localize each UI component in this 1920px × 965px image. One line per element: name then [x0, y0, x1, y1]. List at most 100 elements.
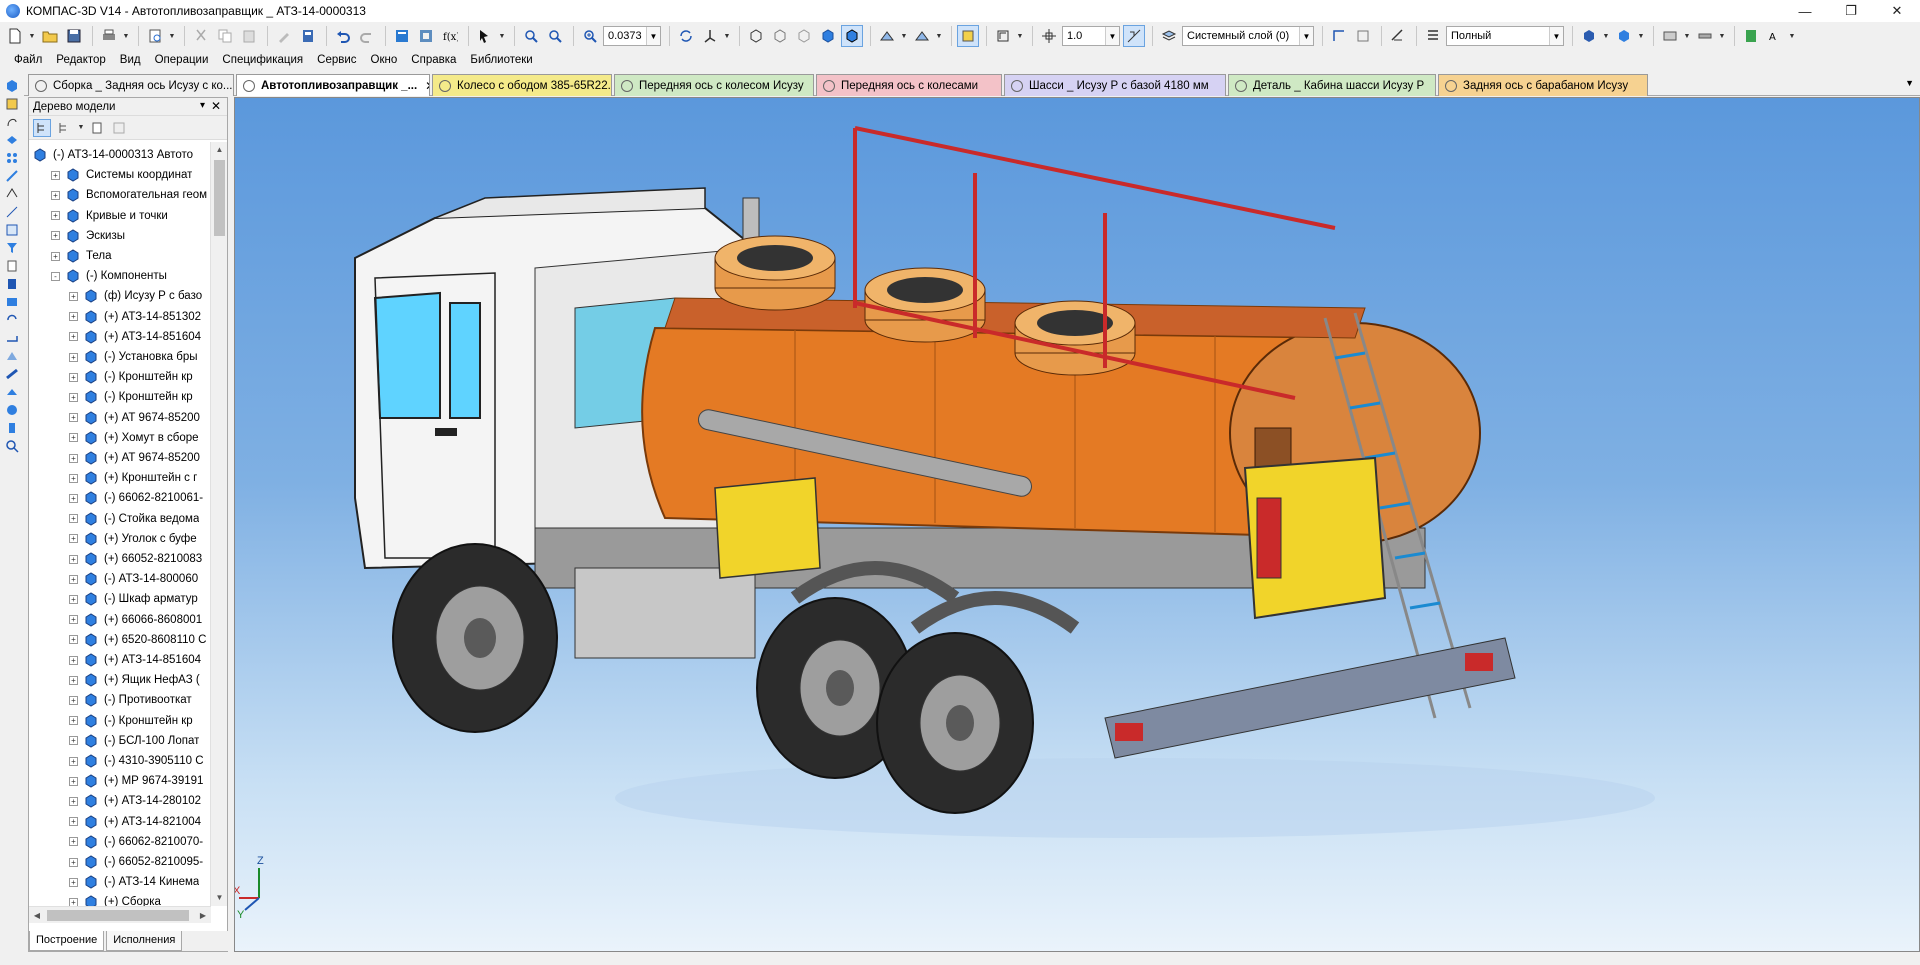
tab-chassis[interactable]: Шасси _ Исузу Р с базой 4180 мм [1004, 74, 1226, 96]
menu-help[interactable]: Справка [411, 54, 456, 66]
tree-item[interactable]: + Тела [51, 246, 112, 266]
tree-item[interactable]: + (+) АТ 9674-85200 [69, 448, 200, 468]
local-cs-dropdown[interactable]: ▼ [1016, 25, 1024, 47]
minimize-icon[interactable]: — [1782, 0, 1828, 22]
menu-service[interactable]: Сервис [317, 54, 356, 66]
weld-icon[interactable] [3, 384, 21, 400]
calculator-icon[interactable] [297, 25, 319, 47]
expand-icon[interactable]: + [69, 615, 78, 625]
menu-view[interactable]: Вид [120, 54, 141, 66]
expand-icon[interactable]: + [51, 190, 60, 200]
properties-list-icon[interactable] [1422, 25, 1444, 47]
diagnostics-icon[interactable] [3, 294, 21, 310]
display-filter-icon[interactable] [911, 25, 933, 47]
tree-item[interactable]: + (+) Ящик НефАЗ ( [69, 670, 200, 690]
expand-icon[interactable]: + [69, 877, 78, 887]
spiral-curve-icon[interactable] [3, 114, 21, 130]
tab-front-axle-wheel[interactable]: Передняя ось с колесом Исузу [614, 74, 814, 96]
expand-icon[interactable]: + [69, 554, 78, 564]
expand-icon[interactable]: + [69, 675, 78, 685]
insert-component-dropdown[interactable]: ▼ [1637, 25, 1645, 47]
tree-item[interactable]: + (+) АТ 9674-85200 [69, 408, 200, 428]
move-component-icon[interactable] [3, 168, 21, 184]
close-icon[interactable]: ✕ [211, 99, 221, 113]
preview-icon[interactable] [144, 25, 166, 47]
tree-item[interactable]: + (-) Кронштейн кр [69, 367, 193, 387]
menu-specification[interactable]: Спецификация [222, 54, 303, 66]
expand-icon[interactable]: + [69, 716, 78, 726]
expand-icon[interactable]: + [69, 695, 78, 705]
tree-item[interactable]: + (ф) Исузу Р с базо [69, 286, 202, 306]
library-manager-icon[interactable] [1740, 25, 1762, 47]
close-icon[interactable]: ✕ [425, 79, 429, 93]
display-filter-dropdown[interactable]: ▼ [935, 25, 943, 47]
surface-patch-icon[interactable] [3, 348, 21, 364]
expand-icon[interactable]: + [69, 837, 78, 847]
display-mode-select[interactable]: Полный ▼ [1446, 26, 1564, 46]
snap-grid-icon[interactable] [957, 25, 979, 47]
tree-item[interactable]: + (-) АТЗ-14-800060 [69, 569, 198, 589]
tree-item[interactable]: + (-) 66062-8210070- [69, 832, 203, 852]
component-edit-icon[interactable] [3, 96, 21, 112]
expand-icon[interactable]: + [69, 453, 78, 463]
expand-icon[interactable]: + [69, 655, 78, 665]
maximize-icon[interactable]: ❐ [1828, 0, 1874, 22]
hidden-lines-thin-icon[interactable] [793, 25, 815, 47]
report-icon[interactable] [3, 276, 21, 292]
chevron-down-icon[interactable]: ▼ [1299, 27, 1313, 45]
expand-icon[interactable]: + [69, 857, 78, 867]
layers-icon[interactable] [1158, 25, 1180, 47]
expand-icon[interactable]: + [69, 817, 78, 827]
expand-icon[interactable]: + [69, 514, 78, 524]
tree-item[interactable]: + (+) АТЗ-14-821004 [69, 812, 201, 832]
manager-icon[interactable] [391, 25, 413, 47]
expand-icon[interactable]: + [69, 372, 78, 382]
rotate-view-icon[interactable] [3, 312, 21, 328]
tree-item[interactable]: + (-) АТЗ-14 Кинема [69, 872, 199, 892]
tree-item[interactable]: + (+) Сборка [69, 892, 161, 906]
tree-relations-icon[interactable] [110, 119, 128, 137]
collapse-icon[interactable]: - [51, 271, 60, 281]
expand-icon[interactable]: + [69, 594, 78, 604]
rotate-icon[interactable] [675, 25, 697, 47]
zoom-window-icon[interactable] [520, 25, 542, 47]
tree-item[interactable]: + Эскизы [51, 226, 125, 246]
tree-item[interactable]: + (+) Уголок с буфе [69, 529, 197, 549]
orientation-dropdown[interactable]: ▼ [723, 25, 731, 47]
cable-icon[interactable] [3, 402, 21, 418]
tab-wheel-rim[interactable]: Колесо с ободом 385-65R22.5 К... [432, 74, 612, 96]
text-style-dropdown[interactable]: ▼ [1788, 25, 1796, 47]
wireframe-icon[interactable] [745, 25, 767, 47]
scroll-thumb[interactable] [47, 910, 189, 921]
array-icon[interactable] [3, 150, 21, 166]
tab-rear-axle-assembly[interactable]: Сборка _ Задняя ось Исузу с ко... [28, 74, 234, 96]
tree-item[interactable]: + (+) 66052-8210083 [69, 549, 202, 569]
tree-horizontal-scrollbar[interactable]: ◀ ▶ [29, 906, 211, 923]
parametric-icon[interactable] [1352, 25, 1374, 47]
ortho-mode-icon[interactable] [1123, 25, 1145, 47]
expand-icon[interactable]: + [51, 170, 60, 180]
tree-item[interactable]: + (-) Установка бры [69, 347, 197, 367]
chevron-left-icon[interactable]: ◀ [29, 907, 45, 924]
filter-icon[interactable] [3, 240, 21, 256]
expand-icon[interactable]: + [69, 392, 78, 402]
insert-component-icon[interactable] [1613, 25, 1635, 47]
expand-icon[interactable]: + [69, 756, 78, 766]
assembly-tools-icon[interactable] [1659, 25, 1681, 47]
section-dropdown[interactable]: ▼ [900, 25, 908, 47]
zoom-in-icon[interactable] [579, 25, 601, 47]
expand-icon[interactable]: + [51, 251, 60, 261]
tree-item[interactable]: - (-) Компоненты [51, 266, 167, 286]
cut-icon[interactable] [190, 25, 212, 47]
expand-icon[interactable]: + [69, 291, 78, 301]
copy-icon[interactable] [214, 25, 236, 47]
tree-item[interactable]: + (-) Кронштейн кр [69, 387, 193, 407]
assembly-tools-dropdown[interactable]: ▼ [1683, 25, 1691, 47]
menu-file[interactable]: Файл [14, 54, 42, 66]
expand-icon[interactable]: + [69, 312, 78, 322]
expand-icon[interactable]: + [51, 211, 60, 221]
tabs-overflow-icon[interactable]: ▼ [1905, 78, 1914, 88]
expand-icon[interactable]: + [69, 534, 78, 544]
tree-item[interactable]: + (-) Кронштейн кр [69, 711, 193, 731]
chevron-down-icon[interactable]: ▼ [211, 890, 228, 906]
